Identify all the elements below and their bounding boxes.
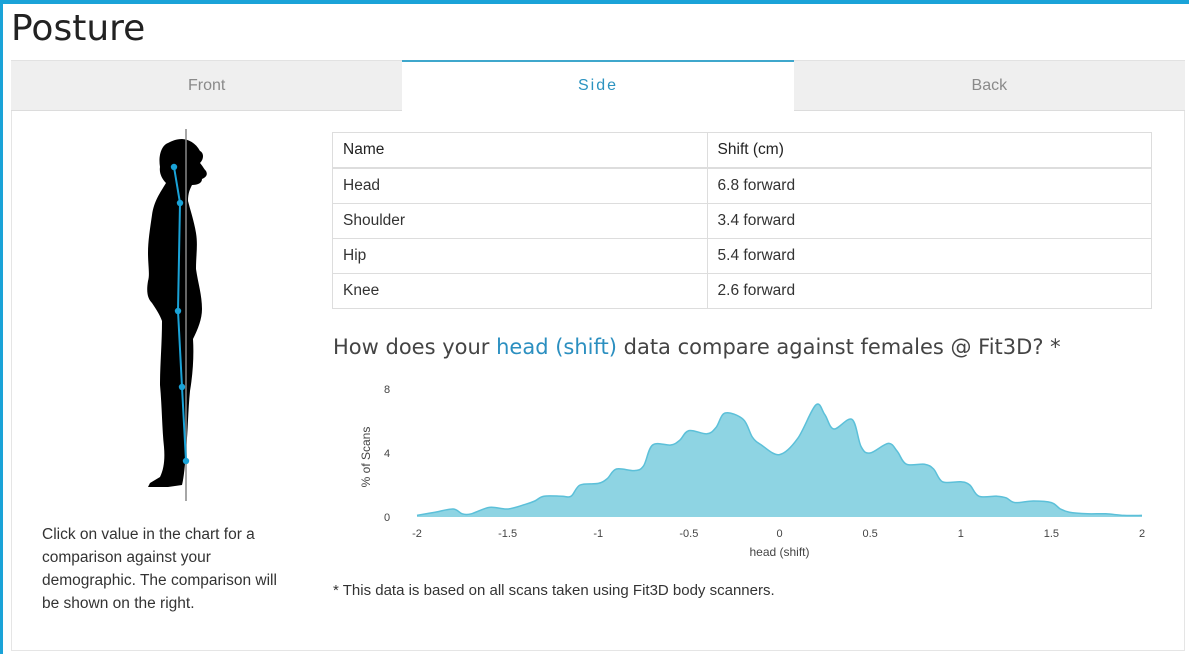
data-footnote: * This data is based on all scans taken … bbox=[333, 582, 775, 599]
x-tick-label: 0.5 bbox=[862, 528, 877, 540]
table-row[interactable]: Shoulder 3.4 forward bbox=[332, 203, 1153, 239]
x-tick-label: -2 bbox=[412, 528, 422, 540]
tab-back[interactable]: Back bbox=[793, 60, 1185, 110]
posture-shift-table: Name Shift (cm) Head 6.8 forward Shoulde… bbox=[332, 132, 1153, 309]
knee-marker bbox=[178, 383, 186, 391]
tab-front[interactable]: Front bbox=[11, 60, 403, 110]
chart-help-text: Click on value in the chart for a compar… bbox=[42, 526, 277, 612]
column-header-name: Name bbox=[332, 132, 708, 169]
x-tick-label: -1 bbox=[593, 528, 603, 540]
row-name-cell[interactable]: Shoulder bbox=[332, 203, 708, 239]
side-body-silhouette bbox=[147, 129, 207, 501]
page-title: Posture bbox=[11, 8, 146, 49]
row-value-cell[interactable]: 5.4 forward bbox=[706, 238, 1153, 274]
y-axis-label: % of Scans bbox=[359, 427, 373, 488]
x-tick-label: 1 bbox=[958, 528, 964, 540]
hip-marker bbox=[174, 307, 182, 315]
table-row[interactable]: Hip 5.4 forward bbox=[332, 238, 1153, 274]
row-value-cell[interactable]: 2.6 forward bbox=[706, 273, 1153, 309]
row-name-cell[interactable]: Knee bbox=[332, 273, 708, 309]
comparison-heading: How does your head (shift) data compare … bbox=[333, 335, 1061, 359]
heading-suffix: data compare against females @ Fit3D? * bbox=[616, 335, 1061, 359]
distribution-chart[interactable]: 0 4 8 -2 -1.5 -1 -0.5 0 0.5 1 1.5 2 head (shift) % of… bbox=[342, 369, 1172, 569]
app-frame: Posture Front Side Back Click on value i… bbox=[0, 0, 1189, 654]
y-tick-label: 0 bbox=[384, 512, 390, 524]
x-tick-label: -0.5 bbox=[679, 528, 698, 540]
shoulder-marker bbox=[176, 199, 184, 207]
x-tick-label: 1.5 bbox=[1044, 528, 1059, 540]
table-header-row: Name Shift (cm) bbox=[332, 132, 1153, 169]
table-row[interactable]: Knee 2.6 forward bbox=[332, 273, 1153, 309]
x-tick-label: 2 bbox=[1139, 528, 1145, 540]
row-value-cell[interactable]: 3.4 forward bbox=[706, 203, 1153, 239]
row-value-cell[interactable]: 6.8 forward bbox=[706, 167, 1153, 204]
ankle-marker bbox=[182, 457, 190, 465]
tab-content: Click on value in the chart for a compar… bbox=[11, 111, 1185, 651]
y-tick-label: 4 bbox=[384, 448, 390, 460]
x-tick-label: 0 bbox=[776, 528, 782, 540]
heading-metric: head (shift) bbox=[496, 335, 617, 359]
table-row[interactable]: Head 6.8 forward bbox=[332, 167, 1153, 204]
y-tick-label: 8 bbox=[384, 384, 390, 396]
view-tabs: Front Side Back bbox=[11, 60, 1185, 111]
x-tick-label: -1.5 bbox=[498, 528, 517, 540]
row-name-cell[interactable]: Head bbox=[332, 167, 708, 204]
column-header-shift: Shift (cm) bbox=[706, 132, 1153, 169]
heading-prefix: How does your bbox=[333, 335, 497, 359]
distribution-area[interactable] bbox=[417, 404, 1142, 517]
x-axis-label: head (shift) bbox=[749, 545, 809, 559]
row-name-cell[interactable]: Hip bbox=[332, 238, 708, 274]
tab-side[interactable]: Side bbox=[402, 60, 794, 111]
head-marker bbox=[170, 163, 178, 171]
